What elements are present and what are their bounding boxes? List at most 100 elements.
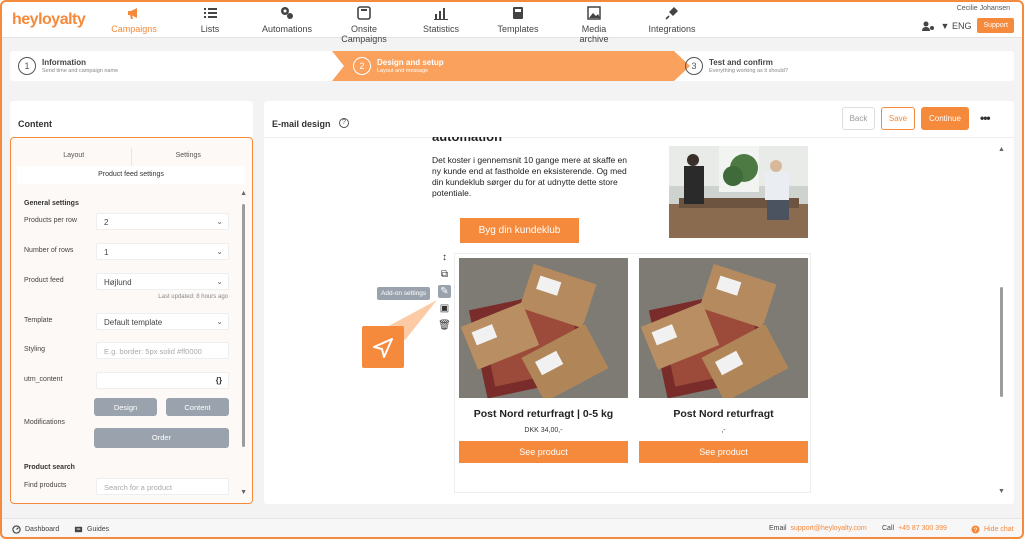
utm-content-input[interactable]: {}: [96, 372, 229, 389]
add-on-settings-icon[interactable]: ✎: [438, 285, 451, 298]
content-settings-box: Layout Settings Product feed settings Ge…: [10, 137, 253, 504]
nav-campaigns[interactable]: Campaigns: [110, 5, 158, 34]
products-per-row-select[interactable]: 2 ⌄: [96, 213, 229, 230]
order-button[interactable]: Order: [94, 428, 229, 448]
support-email: Email support@heyloyalty.com: [769, 525, 867, 532]
nav-lists[interactable]: Lists: [193, 5, 227, 34]
styling-label: Styling: [24, 346, 46, 353]
product-card: Post Nord returfragt | 0-5 kg DKK 34,00,…: [459, 258, 628, 463]
support-button[interactable]: Support: [977, 18, 1014, 33]
scroll-down-arrow[interactable]: ▼: [240, 489, 247, 496]
nav-label: Automations: [261, 24, 313, 34]
nav-integrations[interactable]: Integrations: [648, 5, 696, 34]
dashboard-link[interactable]: Dashboard: [12, 525, 59, 534]
content-button[interactable]: Content: [166, 398, 229, 416]
chevron-down-icon: ⌄: [216, 247, 223, 256]
see-product-button[interactable]: See product: [639, 441, 808, 463]
design-button[interactable]: Design: [94, 398, 157, 416]
select-value: Højlund: [104, 278, 132, 287]
email-body-text[interactable]: Det koster i gennemsnit 10 gange mere at…: [432, 155, 632, 199]
see-product-button[interactable]: See product: [459, 441, 628, 463]
duplicate-icon[interactable]: ⧉: [438, 268, 451, 281]
select-value: Default template: [104, 318, 163, 327]
hero-office-image[interactable]: [669, 146, 808, 238]
top-navigation: heyloyalty Campaigns Lists Automations O…: [0, 0, 1024, 44]
feed-last-updated: Last updated: 8 hours ago: [158, 294, 228, 300]
help-icon[interactable]: ?: [339, 118, 349, 128]
step-number: 3: [685, 57, 703, 75]
step-test-and-confirm[interactable]: 3 Test and confirm Everything working as …: [685, 51, 788, 81]
tab-settings[interactable]: Settings: [130, 148, 246, 166]
step-information[interactable]: 1 Information Send time and campaign name: [18, 51, 118, 81]
parcel-product-image[interactable]: [639, 258, 808, 402]
product-price: DKK 34,00,-: [524, 427, 563, 434]
nav-label: Templates: [497, 24, 539, 34]
product-feed-block[interactable]: Post Nord returfragt | 0-5 kg DKK 34,00,…: [454, 253, 811, 493]
select-value: 1: [104, 248, 109, 257]
step-number: 2: [353, 57, 371, 75]
tab-layout[interactable]: Layout: [17, 148, 131, 166]
nav-statistics[interactable]: Statistics: [421, 5, 461, 34]
back-button[interactable]: Back: [842, 107, 875, 130]
content-tabs: Layout Settings: [17, 148, 245, 166]
product-card: Post Nord returfragt ,- See product: [639, 258, 808, 463]
nav-onsite-campaigns[interactable]: Onsite Campaigns: [327, 5, 401, 44]
language-selector[interactable]: ▼ ENG: [941, 21, 972, 31]
canvas-scrollbar-thumb[interactable]: [1000, 287, 1003, 397]
save-button[interactable]: Save: [881, 107, 915, 130]
user-name[interactable]: Cecilie Johansen: [957, 5, 1010, 12]
merge-tag-icon[interactable]: {}: [216, 376, 222, 385]
email-design-panel: E-mail design ? Back Save Continue ••• a…: [264, 101, 1014, 504]
content-scrollbar-thumb[interactable]: [242, 204, 245, 447]
template-label: Template: [24, 317, 53, 324]
template-select[interactable]: Default template ⌄: [96, 313, 229, 330]
chevron-down-icon: ⌄: [216, 277, 223, 286]
nav-label: Media archive: [579, 24, 609, 44]
canvas-divider: [264, 137, 1014, 138]
step-design-and-setup[interactable]: 2 Design and setup Layout and message: [353, 51, 444, 81]
add-on-settings-tooltip: Add-on settings: [377, 287, 431, 300]
step-subtitle: Send time and campaign name: [42, 68, 119, 74]
product-feed-label: Product feed: [24, 277, 64, 284]
paper-plane-icon: [373, 338, 393, 358]
continue-button[interactable]: Continue: [921, 107, 969, 130]
number-of-rows-select[interactable]: 1 ⌄: [96, 243, 229, 260]
parcel-product-image[interactable]: [459, 258, 628, 402]
guides-link[interactable]: Guides: [74, 525, 109, 534]
content-panel-title: Content: [18, 119, 52, 129]
support-phone-link[interactable]: +45 87 300 399: [898, 525, 947, 532]
guides-icon: [74, 526, 83, 533]
hide-chat-label: Hide chat: [984, 526, 1014, 533]
nav-label: Campaigns: [111, 24, 157, 34]
send-tip-icon[interactable]: [362, 326, 404, 368]
canvas-scroll-up-arrow[interactable]: ▲: [998, 146, 1005, 153]
number-of-rows-label: Number of rows: [24, 247, 74, 254]
footer: Dashboard Guides Email support@heyloyalt…: [0, 518, 1024, 539]
nav-label: Lists: [200, 24, 220, 34]
product-feed-settings-header: Product feed settings: [17, 166, 245, 184]
select-value: 2: [104, 218, 109, 227]
more-options-icon[interactable]: •••: [980, 111, 991, 125]
products-per-row-label: Products per row: [24, 217, 77, 224]
heyloyalty-logo[interactable]: heyloyalty: [12, 11, 86, 29]
canvas-scroll-down-arrow[interactable]: ▼: [998, 488, 1005, 495]
user-settings-icon[interactable]: [921, 20, 935, 32]
onsite-icon: [357, 6, 371, 20]
styling-input[interactable]: E.g. border: 5px solid #ff0000: [96, 342, 229, 359]
support-phone: Call +45 87 300 399: [882, 525, 947, 532]
step-title: Design and setup: [377, 58, 444, 67]
hide-chat-button[interactable]: ? Hide chat: [971, 525, 1014, 534]
nav-automations[interactable]: Automations: [258, 5, 316, 34]
product-feed-select[interactable]: Højlund ⌄: [96, 273, 229, 290]
content-panel: Content Layout Settings Product feed set…: [10, 101, 253, 504]
modifications-label: Modifications: [24, 419, 65, 426]
move-vertical-icon[interactable]: ↕: [438, 251, 451, 264]
support-email-link[interactable]: support@heyloyalty.com: [791, 525, 867, 532]
nav-templates[interactable]: Templates: [496, 5, 540, 34]
build-club-cta-button[interactable]: Byg din kundeklub: [460, 218, 579, 243]
nav-media-archive[interactable]: Media archive: [566, 5, 622, 44]
step-title: Test and confirm: [709, 58, 773, 67]
scroll-up-arrow[interactable]: ▲: [240, 190, 247, 197]
product-search-heading: Product search: [24, 464, 75, 471]
find-products-input[interactable]: Search for a product: [96, 478, 229, 495]
